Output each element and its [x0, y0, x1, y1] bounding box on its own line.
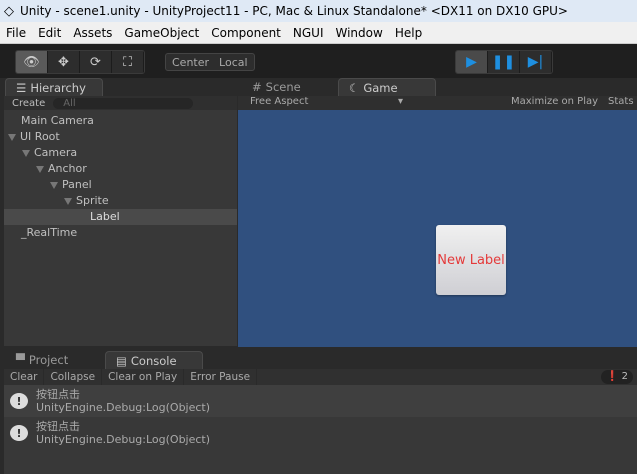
- tab-game[interactable]: ☾ Game: [338, 78, 436, 96]
- menu-edit[interactable]: Edit: [32, 26, 67, 40]
- pivot-center-button[interactable]: Center: [172, 56, 209, 69]
- folder-icon: ▀: [16, 353, 25, 367]
- game-panel: # Scene ☾ Game Free Aspect ▾ Maximize on P…: [238, 78, 637, 347]
- console-toolbar: Clear Collapse Clear on Play Error Pause…: [4, 369, 637, 385]
- pivot-toggles: Center Local: [165, 53, 255, 71]
- expand-arrow-icon: [36, 165, 44, 173]
- expand-arrow-icon: [22, 149, 30, 157]
- play-icon[interactable]: ▶: [456, 51, 488, 73]
- tab-label: Hierarchy: [30, 80, 86, 95]
- info-icon: ❗: [605, 371, 619, 382]
- tab-project[interactable]: ▀ Project: [6, 351, 78, 369]
- dropdown-arrow-icon: ▾: [398, 96, 404, 107]
- hierarchy-panel: Create All Main Camera UI Root Camera An…: [4, 96, 237, 346]
- menu-bar: File Edit Assets GameObject Component NG…: [0, 22, 637, 44]
- menu-assets[interactable]: Assets: [67, 26, 118, 40]
- hierarchy-item[interactable]: Camera: [4, 145, 237, 161]
- clear-on-play-button[interactable]: Clear on Play: [102, 369, 185, 385]
- log-entry[interactable]: ! 按钮点击 UnityEngine.Debug:Log(Object): [4, 385, 637, 417]
- pivot-local-button[interactable]: Local: [219, 56, 248, 69]
- new-label-text: New Label: [437, 252, 505, 268]
- menu-gameobject[interactable]: GameObject: [118, 26, 205, 40]
- play-controls: ▶ ❚❚ ▶|: [455, 50, 553, 74]
- hierarchy-toolbar: Create All: [4, 96, 237, 110]
- info-icon: !: [10, 425, 28, 441]
- transform-tools: 👁 ✥ ⟳ ⛶: [15, 50, 145, 74]
- log-count-toggle[interactable]: ❗ 2: [600, 370, 633, 384]
- hierarchy-item[interactable]: _RealTime: [4, 225, 237, 241]
- game-icon: ☾: [349, 80, 360, 95]
- hierarchy-item[interactable]: Main Camera: [4, 113, 237, 129]
- move-tool-icon[interactable]: ✥: [48, 51, 80, 73]
- create-dropdown[interactable]: Create: [12, 98, 45, 109]
- log-entry[interactable]: ! 按钮点击 UnityEngine.Debug:Log(Object): [4, 417, 637, 449]
- hierarchy-item[interactable]: Anchor: [4, 161, 237, 177]
- pause-icon[interactable]: ❚❚: [488, 51, 520, 73]
- console-panel: Clear Collapse Clear on Play Error Pause…: [4, 369, 637, 474]
- hierarchy-item[interactable]: Sprite: [4, 193, 237, 209]
- toolbar: 👁 ✥ ⟳ ⛶ Center Local ▶ ❚❚ ▶|: [0, 44, 637, 78]
- menu-component[interactable]: Component: [205, 26, 287, 40]
- menu-help[interactable]: Help: [389, 26, 428, 40]
- hierarchy-search-input[interactable]: All: [53, 97, 194, 109]
- hierarchy-item-selected[interactable]: Label: [4, 209, 237, 225]
- error-pause-button[interactable]: Error Pause: [184, 369, 258, 385]
- scale-tool-icon[interactable]: ⛶: [112, 51, 144, 73]
- tab-scene[interactable]: # Scene: [242, 78, 311, 96]
- stats-toggle[interactable]: Stats: [608, 96, 634, 107]
- tab-hierarchy[interactable]: ☰ Hierarchy: [5, 78, 103, 96]
- sprite-button[interactable]: New Label: [436, 225, 506, 295]
- info-icon: !: [10, 393, 28, 409]
- aspect-dropdown[interactable]: Free Aspect: [250, 96, 308, 107]
- clear-button[interactable]: Clear: [4, 369, 45, 385]
- game-toolbar: Free Aspect ▾ Maximize on Play Stats: [238, 96, 637, 110]
- rotate-tool-icon[interactable]: ⟳: [80, 51, 112, 73]
- unity-logo-icon: ◇: [4, 3, 14, 19]
- menu-ngui[interactable]: NGUI: [287, 26, 330, 40]
- tab-console[interactable]: ▤ Console: [105, 351, 203, 369]
- title-bar: ◇ Unity - scene1.unity - UnityProject11 …: [0, 0, 637, 22]
- menu-window[interactable]: Window: [330, 26, 389, 40]
- collapse-button[interactable]: Collapse: [44, 369, 103, 385]
- expand-arrow-icon: [64, 197, 72, 205]
- console-icon: ▤: [116, 353, 127, 368]
- window-title: Unity - scene1.unity - UnityProject11 - …: [20, 4, 568, 18]
- hierarchy-item[interactable]: Panel: [4, 177, 237, 193]
- grid-icon: #: [252, 80, 262, 94]
- list-icon: ☰: [16, 80, 27, 95]
- view-tool-eye-icon[interactable]: 👁: [16, 51, 48, 73]
- step-icon[interactable]: ▶|: [520, 51, 552, 73]
- expand-arrow-icon: [8, 133, 16, 141]
- menu-file[interactable]: File: [0, 26, 32, 40]
- expand-arrow-icon: [50, 181, 58, 189]
- game-viewport[interactable]: New Label: [238, 110, 637, 347]
- maximize-on-play-toggle[interactable]: Maximize on Play: [511, 96, 598, 107]
- hierarchy-item[interactable]: UI Root: [4, 129, 237, 145]
